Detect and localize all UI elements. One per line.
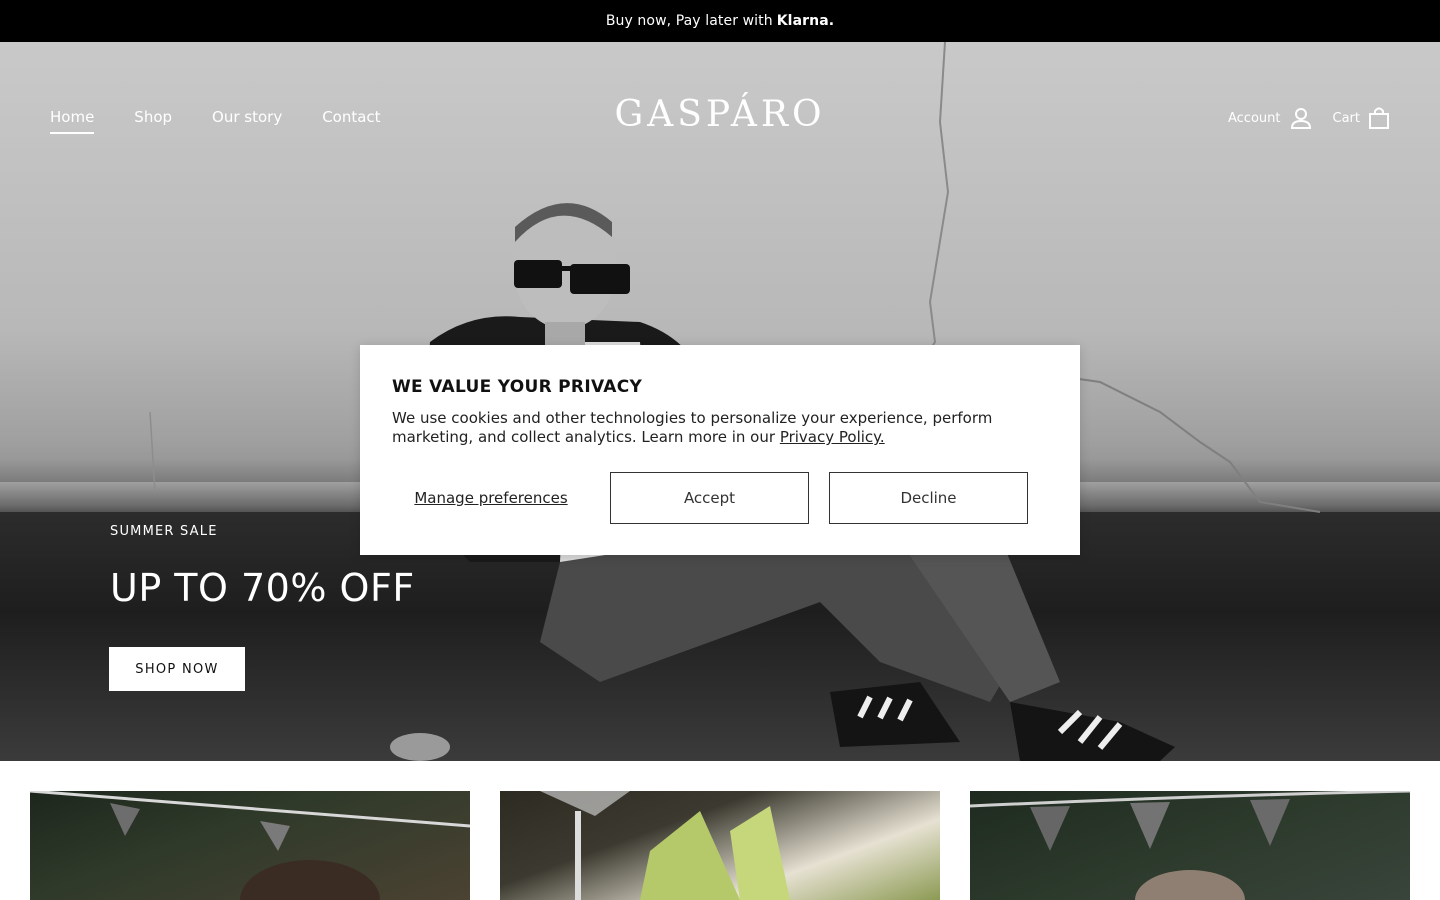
- tile-photo: [30, 791, 470, 900]
- header-utilities: Account Cart: [1228, 106, 1390, 130]
- collection-tile[interactable]: [500, 791, 940, 900]
- hero-eyebrow: SUMMER SALE: [110, 524, 218, 539]
- decline-button[interactable]: Decline: [829, 472, 1028, 524]
- shopping-bag-icon: [1369, 107, 1389, 129]
- tile-photo: [970, 791, 1410, 900]
- announcement-bar: Buy now, Pay later with Klarna.: [0, 0, 1440, 42]
- collection-grid: [30, 791, 1410, 900]
- shop-now-button[interactable]: SHOP NOW: [109, 647, 245, 691]
- manage-preferences-link[interactable]: Manage preferences: [392, 489, 590, 507]
- hero-headline: UP TO 70% OFF: [110, 566, 415, 610]
- cart-label: Cart: [1332, 110, 1361, 126]
- klarna-brand: Klarna.: [776, 13, 835, 29]
- announcement-text: Buy now, Pay later with: [605, 13, 773, 29]
- privacy-policy-link[interactable]: Privacy Policy.: [780, 428, 885, 446]
- tile-photo: [540, 791, 790, 900]
- privacy-title: WE VALUE YOUR PRIVACY: [392, 377, 643, 397]
- privacy-actions: Manage preferences Accept Decline: [392, 472, 1028, 524]
- accept-button[interactable]: Accept: [610, 472, 809, 524]
- store-logo[interactable]: GASPÁRO: [0, 94, 1440, 135]
- privacy-body: We use cookies and other technologies to…: [392, 409, 1032, 447]
- privacy-body-text: We use cookies and other technologies to…: [392, 409, 993, 446]
- collection-tile[interactable]: [30, 791, 470, 900]
- privacy-modal: WE VALUE YOUR PRIVACY We use cookies and…: [360, 345, 1080, 555]
- account-link[interactable]: Account: [1228, 106, 1313, 130]
- cart-link[interactable]: Cart: [1333, 106, 1391, 130]
- collection-tile[interactable]: [970, 791, 1410, 900]
- user-icon: [1290, 108, 1311, 129]
- account-label: Account: [1228, 110, 1281, 126]
